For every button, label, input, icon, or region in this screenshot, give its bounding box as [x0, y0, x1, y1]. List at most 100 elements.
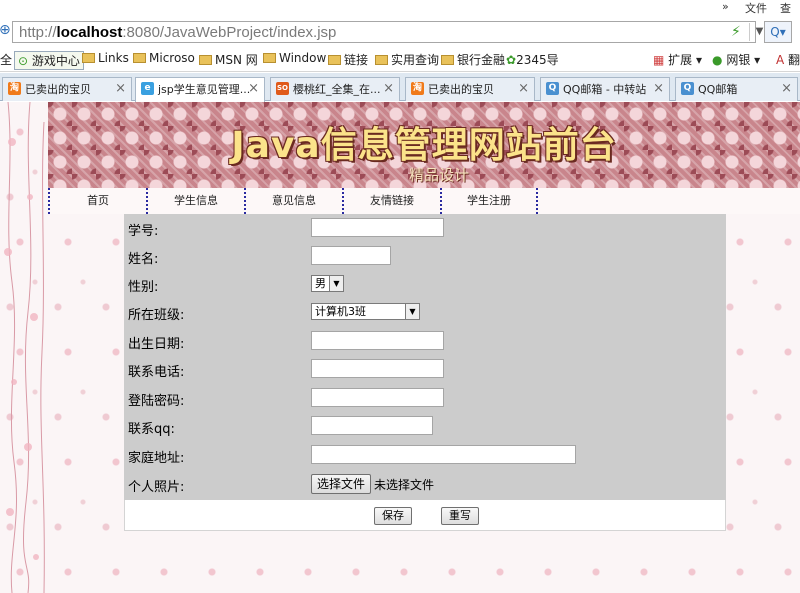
gender-value: 男	[315, 277, 326, 290]
choose-file-button[interactable]: 选择文件	[311, 474, 372, 494]
save-button[interactable]: 保存	[374, 507, 412, 525]
ebank-button[interactable]: ● 网银 ▾	[712, 51, 760, 68]
tab-label: QQ邮箱 - 中转站	[563, 83, 647, 96]
folder-icon	[82, 53, 95, 63]
banner-title: Java信息管理网站前台	[231, 125, 617, 166]
translate-icon: A	[776, 53, 785, 67]
form-row-birth-date: 出生日期:	[124, 327, 726, 355]
nav-friend-links[interactable]: 友情链接	[342, 188, 440, 214]
tab-label: QQ邮箱	[698, 83, 738, 96]
tab-jsp-project[interactable]: e jsp学生意见管理... ×	[135, 77, 265, 102]
birth-date-input[interactable]	[311, 331, 444, 350]
tab-video[interactable]: SO 樱桃红_全集_在... ×	[270, 77, 400, 101]
address-url[interactable]: http://localhost:8080/JavaWebProject/ind…	[19, 24, 336, 41]
bookmarks-bar: 全 ⊙ 游戏中心 Links Microso MSN 网 Window 链接 实…	[0, 46, 800, 72]
chevron-down-icon[interactable]: ▼	[405, 304, 419, 319]
close-icon[interactable]: ×	[781, 81, 792, 96]
bookmark-bank[interactable]: 银行金融	[441, 51, 505, 68]
menu-file[interactable]: 文件	[745, 0, 767, 16]
folder-icon	[441, 55, 454, 65]
form-row-address: 家庭地址:	[124, 441, 726, 469]
form-actions: 保存 重写	[124, 500, 726, 531]
close-icon[interactable]: ×	[653, 81, 664, 96]
password-label: 登陆密码:	[128, 394, 185, 409]
tab-sold-items-2[interactable]: 淘 已卖出的宝贝 ×	[405, 77, 535, 101]
tab-qq-mail[interactable]: Q QQ邮箱 ×	[675, 77, 798, 101]
reset-button[interactable]: 重写	[441, 507, 479, 525]
nav-student-info[interactable]: 学生信息	[146, 188, 244, 214]
site-icon: ✿	[506, 53, 517, 67]
overflow-arrows[interactable]: »	[722, 0, 729, 13]
gender-select[interactable]: 男 ▼	[311, 275, 344, 292]
birth-date-label: 出生日期:	[128, 337, 185, 352]
sohu-icon: SO	[276, 82, 289, 95]
folder-icon	[199, 55, 212, 65]
bookmark-item[interactable]: 全	[0, 51, 12, 68]
tab-qq-mail-transfer[interactable]: Q QQ邮箱 - 中转站 ×	[540, 77, 670, 101]
game-icon: ⊙	[18, 54, 29, 68]
password-input[interactable]	[311, 388, 444, 407]
bookmark-query[interactable]: 实用查询	[375, 51, 439, 68]
tab-label: jsp学生意见管理...	[158, 83, 251, 96]
form-row-photo: 个人照片: 选择文件 未选择文件	[124, 470, 726, 498]
form-row-qq: 联系qq:	[124, 412, 726, 440]
address-row: ⊕ http://localhost:8080/JavaWebProject/i…	[0, 18, 800, 46]
chevron-down-icon[interactable]: ▼	[329, 276, 343, 291]
address-bar[interactable]: http://localhost:8080/JavaWebProject/ind…	[12, 21, 763, 43]
close-icon[interactable]: ×	[115, 81, 126, 96]
bookmark-msn[interactable]: MSN 网	[199, 51, 258, 68]
photo-label: 个人照片:	[128, 480, 185, 495]
file-status-text: 未选择文件	[374, 478, 435, 492]
folder-icon	[133, 53, 146, 63]
bank-icon: ●	[712, 53, 723, 67]
search-engine-button[interactable]: Q▾	[764, 21, 792, 43]
taobao-icon: 淘	[8, 82, 21, 95]
bookmark-microsoft[interactable]: Microso	[133, 51, 195, 65]
qq-label: 联系qq:	[128, 422, 175, 437]
form-row-gender: 性别: 男 ▼	[124, 270, 726, 298]
tab-label: 已卖出的宝贝	[428, 83, 494, 96]
form-row-name: 姓名:	[124, 242, 726, 270]
site-nav: 首页 学生信息 意见信息 友情链接 学生注册	[48, 188, 800, 214]
bookmark-game-center[interactable]: ⊙ 游戏中心	[14, 51, 84, 70]
close-icon[interactable]: ×	[518, 81, 529, 96]
folder-icon	[328, 55, 341, 65]
address-input[interactable]	[311, 445, 576, 464]
form-row-phone: 联系电话:	[124, 355, 726, 383]
tab-sold-items-1[interactable]: 淘 已卖出的宝贝 ×	[2, 77, 132, 101]
bookmark-links-cn[interactable]: 链接	[328, 51, 368, 68]
class-label: 所在班级:	[128, 308, 185, 323]
qqmail-icon: Q	[546, 82, 559, 95]
phone-label: 联系电话:	[128, 365, 185, 380]
bookmark-links[interactable]: Links	[82, 51, 129, 65]
translate-button[interactable]: A 翻	[776, 51, 800, 68]
form-row-class: 所在班级: 计算机3班 ▼	[124, 298, 726, 326]
form-row-password: 登陆密码:	[124, 384, 726, 412]
bookmark-2345[interactable]: ✿2345导	[506, 51, 559, 68]
flower-decoration	[4, 102, 45, 593]
student-id-input[interactable]	[311, 218, 444, 237]
nav-opinion-info[interactable]: 意见信息	[244, 188, 342, 214]
nav-student-register[interactable]: 学生注册	[440, 188, 538, 214]
banner-subtitle: 精品设计	[408, 166, 469, 184]
site-banner: Java信息管理网站前台 精品设计	[48, 102, 800, 188]
name-label: 姓名:	[128, 252, 159, 267]
nav-home[interactable]: 首页	[48, 188, 146, 214]
folder-icon	[263, 53, 276, 63]
extensions-button[interactable]: ▦ 扩展 ▾	[653, 51, 702, 68]
bookmark-windows[interactable]: Window	[263, 51, 326, 65]
student-id-label: 学号:	[128, 224, 159, 239]
registration-form: 学号: 姓名: 性别: 男 ▼ 所在班级: 计算机3班 ▼ 出生日期: 联系电话…	[124, 214, 726, 500]
close-icon[interactable]: ×	[248, 81, 259, 96]
page-icon: ⊕	[0, 22, 11, 38]
class-select[interactable]: 计算机3班 ▼	[311, 303, 420, 320]
name-input[interactable]	[311, 246, 391, 265]
ie-icon: e	[141, 82, 154, 95]
phone-input[interactable]	[311, 359, 444, 378]
gender-label: 性别:	[128, 280, 159, 295]
qqmail-icon: Q	[681, 82, 694, 95]
lightning-icon[interactable]: ⚡	[731, 24, 741, 40]
tab-label: 已卖出的宝贝	[25, 83, 91, 96]
close-icon[interactable]: ×	[383, 81, 394, 96]
qq-input[interactable]	[311, 416, 433, 435]
